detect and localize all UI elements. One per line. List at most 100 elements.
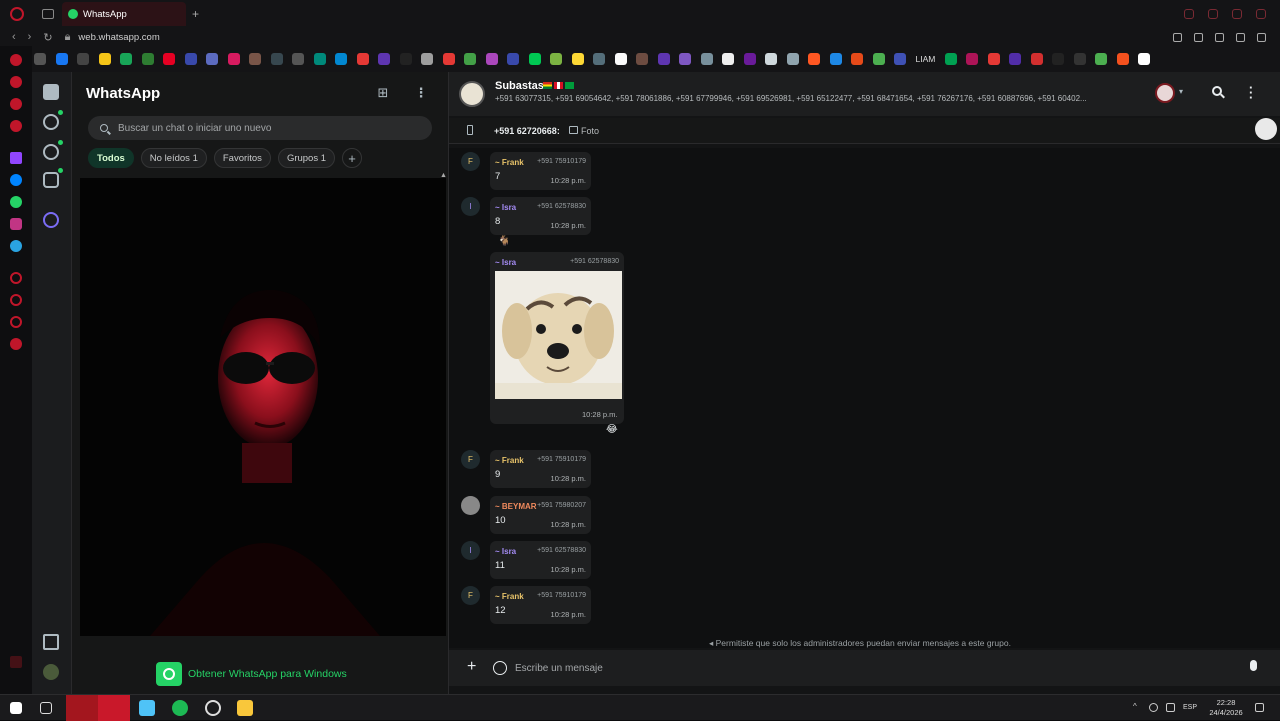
clock-app-icon[interactable]	[205, 700, 221, 716]
heart-icon[interactable]	[1257, 32, 1266, 42]
snapshot-icon[interactable]	[1194, 32, 1203, 42]
bookmark-icon[interactable]	[485, 53, 498, 65]
filter-all[interactable]: Todos	[88, 148, 134, 168]
message-bubble[interactable]: ~ Frank +591 75910179 9 10:28 p.m.	[490, 450, 591, 488]
bookmark-icon[interactable]	[1030, 53, 1043, 65]
bookmark-icon[interactable]	[987, 53, 1000, 65]
communities-icon[interactable]	[43, 172, 59, 188]
task-view-icon[interactable]	[40, 702, 52, 714]
bookmark-icon[interactable]	[829, 53, 842, 65]
sender-avatar[interactable]: F	[461, 152, 480, 171]
bookmark-icon[interactable]	[1073, 53, 1086, 65]
bookmark-icon[interactable]	[227, 53, 240, 65]
get-windows-app-link[interactable]: Obtener WhatsApp para Windows	[156, 662, 347, 686]
new-chat-icon[interactable]: ⊞	[376, 86, 390, 100]
taskbar-notepad-icon[interactable]	[139, 700, 155, 716]
status-icon[interactable]	[43, 114, 59, 130]
game-icon[interactable]	[10, 76, 22, 88]
bookmark-icon[interactable]	[249, 53, 261, 65]
bookmark-icon[interactable]	[464, 53, 476, 65]
instagram-icon[interactable]	[10, 218, 22, 230]
file-explorer-icon[interactable]	[237, 700, 253, 716]
sender-avatar[interactable]: F	[461, 450, 480, 469]
search-input[interactable]	[118, 122, 418, 134]
back-button[interactable]: ‹	[12, 31, 16, 43]
settings-bookmark-icon[interactable]	[34, 53, 46, 65]
music-icon[interactable]	[10, 98, 22, 110]
group-avatar[interactable]	[459, 81, 485, 107]
message-sender[interactable]: ~ Frank	[495, 456, 524, 465]
taskbar-app-icon[interactable]	[66, 695, 98, 721]
add-filter-button[interactable]: +	[342, 148, 363, 168]
bookmark-icon[interactable]	[442, 53, 455, 65]
sticker-avatar[interactable]	[1255, 118, 1277, 140]
bookmark-icon[interactable]	[399, 53, 412, 65]
attach-plus-button[interactable]: +	[467, 658, 476, 676]
image-message-bubble[interactable]: ~ Isra +591 62578830	[490, 252, 624, 424]
message-bubble[interactable]: ~ Frank +591 75910179 12 10:28 p.m.	[490, 586, 591, 624]
aria-icon[interactable]	[10, 54, 22, 66]
chat-search-button[interactable]	[1212, 86, 1222, 96]
bookmark-icon[interactable]	[98, 53, 111, 65]
bookmark-icon[interactable]	[851, 53, 863, 65]
pinned-message-bar[interactable]: +591 62720668: Foto	[449, 118, 1280, 144]
bookmark-icon[interactable]	[722, 53, 734, 65]
message-sender[interactable]: ~ Frank	[495, 592, 524, 601]
reaction-emoji[interactable]: 🐐	[498, 236, 510, 247]
reaction-emoji[interactable]: 😂	[606, 424, 618, 435]
taskbar-opera-icon[interactable]	[98, 695, 130, 721]
bookmark-icon[interactable]	[528, 53, 541, 65]
pinterest-bookmark-icon[interactable]	[163, 53, 175, 65]
filter-groups[interactable]: Grupos 1	[277, 148, 336, 168]
bookmark-icon[interactable]	[786, 53, 799, 65]
message-sender[interactable]: ~ BEYMAR	[495, 502, 537, 511]
microphone-icon[interactable]	[1250, 660, 1257, 671]
bookmark-icon[interactable]	[206, 53, 218, 65]
maximize-icon[interactable]	[1232, 9, 1242, 19]
bookmark-icon[interactable]	[636, 53, 648, 65]
emoji-icon[interactable]	[493, 661, 507, 675]
bookmark-icon[interactable]	[141, 53, 154, 65]
bookmark-icon[interactable]	[1009, 53, 1022, 65]
bookmark-icon[interactable]	[743, 53, 756, 65]
meta-bookmark-icon[interactable]	[55, 53, 68, 65]
reload-button[interactable]: ↻	[43, 31, 52, 44]
filter-favorites[interactable]: Favoritos	[213, 148, 271, 168]
bookmark-icon[interactable]	[378, 53, 390, 65]
sender-avatar[interactable]: I	[461, 197, 480, 216]
sender-avatar[interactable]	[461, 496, 480, 515]
bookmark-icon[interactable]	[1095, 53, 1108, 65]
message-sender[interactable]: ~ Isra	[495, 258, 516, 267]
messenger-icon[interactable]	[10, 174, 22, 186]
bookmark-icon[interactable]	[944, 53, 957, 65]
volume-icon[interactable]	[1166, 703, 1175, 712]
bookmark-icon[interactable]	[1116, 53, 1129, 65]
new-tab-button[interactable]: +	[192, 7, 199, 21]
bookmark-icon[interactable]	[966, 53, 979, 65]
game-icon[interactable]	[10, 120, 22, 132]
chat-bubble-icon[interactable]	[10, 316, 22, 328]
dog-image[interactable]	[495, 271, 622, 399]
network-icon[interactable]	[1149, 703, 1158, 712]
minimize-icon[interactable]	[1208, 9, 1218, 19]
chevron-down-icon[interactable]: ▾	[1179, 87, 1183, 96]
bookmark-icon[interactable]	[313, 53, 326, 65]
tray-clock[interactable]: 22:28 24/4/2026	[1206, 698, 1246, 718]
message-sender[interactable]: ~ Frank	[495, 158, 524, 167]
twitch-icon[interactable]	[10, 152, 22, 164]
bookmark-icon[interactable]	[614, 53, 627, 65]
tiktok-bookmark-icon[interactable]	[1052, 53, 1065, 65]
play-icon[interactable]	[1236, 32, 1245, 42]
scroll-up-icon[interactable]: ▲	[440, 172, 447, 179]
tab-list-icon[interactable]	[42, 9, 54, 19]
message-sender[interactable]: ~ Isra	[495, 547, 516, 556]
bookmark-icon[interactable]	[356, 53, 369, 65]
bookmark-icon[interactable]	[808, 53, 820, 65]
bookmark-liam[interactable]: LIAM	[916, 54, 936, 64]
chats-icon[interactable]	[43, 84, 59, 100]
record-icon[interactable]	[10, 272, 22, 284]
settings-icon[interactable]	[10, 338, 22, 350]
message-bubble[interactable]: ~ Isra +591 62578830 8 10:28 p.m.	[490, 197, 591, 235]
bookmark-icon[interactable]	[1138, 53, 1151, 65]
opera-logo-icon[interactable]	[10, 7, 24, 21]
